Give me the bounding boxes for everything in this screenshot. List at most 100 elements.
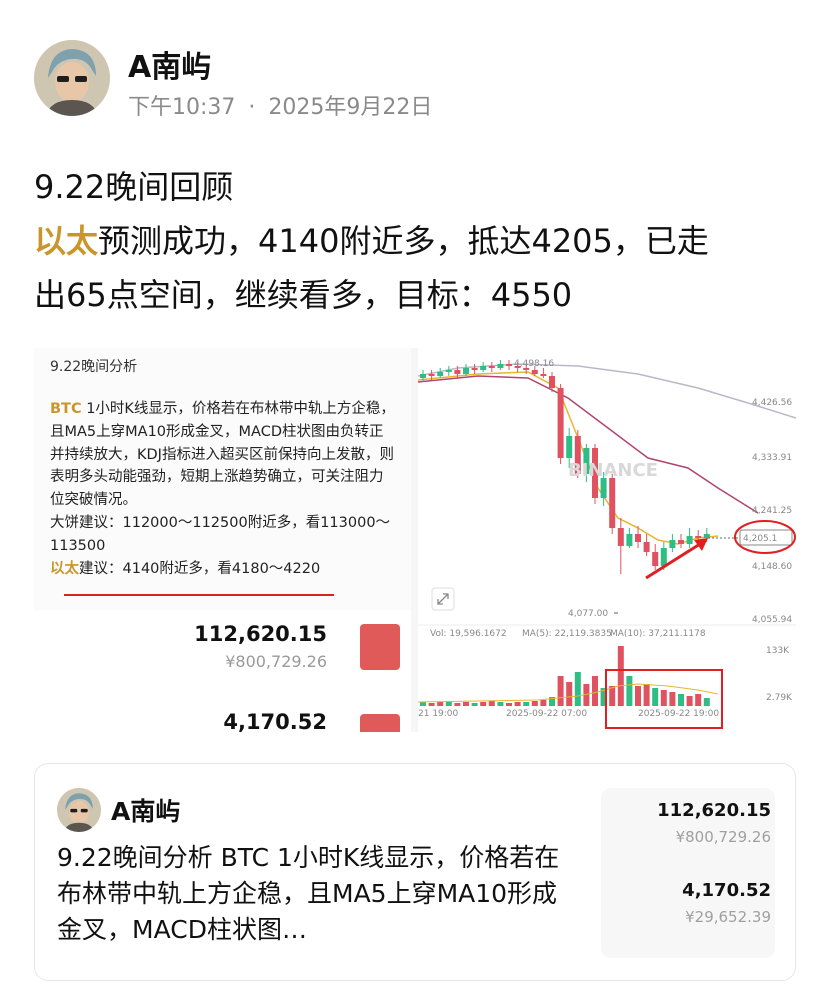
- candle: [686, 536, 693, 544]
- volume-bar: [652, 688, 659, 706]
- candle: [445, 370, 452, 372]
- price-widget: 112,620.15 ¥800,729.26 4,170.52: [34, 610, 411, 732]
- candle: [566, 436, 573, 458]
- current-price-label: 4,205.1: [743, 534, 777, 544]
- high-label: 4,498.16: [514, 359, 554, 369]
- volume-bar: [497, 702, 504, 706]
- post-body: 9.22晚间回顾 以太预测成功，4140附近多，抵达4205，已走 出65点空间…: [34, 160, 804, 322]
- volume-bar: [437, 702, 444, 706]
- author-avatar[interactable]: [34, 40, 110, 116]
- quoted-btc-price: 112,620.15: [657, 800, 771, 821]
- x-tick-3: 2025-09-22 19:00: [638, 709, 719, 719]
- volume-bar: [703, 698, 710, 706]
- volume-bar: [635, 686, 641, 706]
- quoted-eth-cny: ¥29,652.39: [685, 908, 771, 926]
- candle: [609, 478, 616, 528]
- expand-icon: [431, 587, 455, 611]
- post-line-3: 出65点空间，继续看多，目标：4550: [34, 276, 573, 314]
- volume-bar: [678, 694, 684, 706]
- post-line-2-text: 预测成功，4140附近多，抵达4205，已走: [98, 222, 709, 260]
- candle: [420, 374, 426, 378]
- volume-bar: [480, 702, 487, 706]
- volume-bar: [420, 702, 426, 706]
- y-tick-3: 4,241.25: [752, 506, 792, 516]
- post-image[interactable]: 9.22晚间分析 BTC 1小时K线显示，价格若在布林带中轨上方企稳，且MA5上…: [34, 348, 796, 732]
- note-body: BTC 1小时K线显示，价格若在布林带中轨上方企稳，且MA5上穿MA10形成金叉…: [50, 398, 395, 580]
- candle: [480, 366, 487, 370]
- x-tick-2: 2025-09-22 07:00: [506, 709, 587, 719]
- candle: [540, 374, 547, 376]
- y-axis-ticks: 4,426.56 4,333.91 4,241.25 4,148.60 4,05…: [752, 398, 792, 625]
- quoted-post-card[interactable]: A南屿 9.22晚间分析 BTC 1小时K线显示，价格若在布林带中轨上方企稳，且…: [34, 763, 796, 981]
- candle: [635, 534, 641, 542]
- note-title: 9.22晚间分析: [50, 359, 138, 375]
- post-line-2: 以太预测成功，4140附近多，抵达4205，已走: [34, 214, 804, 268]
- y-tick-2: 4,333.91: [752, 453, 792, 463]
- volume-bar: [592, 676, 598, 706]
- btc-cny: ¥800,729.26: [225, 652, 327, 671]
- y-tick-5: 4,055.94: [752, 615, 792, 625]
- eth-tag: 以太: [50, 560, 79, 577]
- low-label: 4,077.00: [568, 609, 608, 619]
- volume-bar: [514, 702, 521, 706]
- time-separator: ·: [248, 95, 256, 120]
- post-time: 下午10:37: [128, 95, 236, 120]
- candle: [695, 536, 702, 538]
- candle: [488, 366, 495, 368]
- candle: [600, 478, 607, 498]
- author-name[interactable]: A南屿: [128, 42, 211, 86]
- candle: [531, 370, 538, 374]
- candle: [652, 552, 659, 566]
- btc-tag: BTC: [50, 401, 82, 417]
- candle: [669, 540, 676, 548]
- post-line-1: 9.22晚间回顾: [34, 168, 234, 206]
- volume-bar: [669, 692, 676, 706]
- quoted-author-name: A南屿: [111, 797, 181, 826]
- volume-bar: [695, 694, 702, 706]
- quoted-avatar: [57, 788, 101, 832]
- volume-bar: [643, 684, 650, 706]
- candle: [471, 368, 478, 370]
- candle: [643, 542, 650, 552]
- btc-change-badge: [360, 624, 400, 670]
- quoted-thumbnail: 112,620.15 ¥800,729.26 4,170.52 ¥29,652.…: [601, 788, 775, 958]
- candle: [463, 368, 469, 374]
- y-tick-1: 4,426.56: [752, 398, 792, 408]
- candle: [506, 364, 512, 366]
- volume-bar: [531, 701, 538, 706]
- candle: [617, 528, 624, 546]
- candle: [437, 372, 444, 376]
- volume-bar: [471, 703, 478, 706]
- btc-price: 112,620.15: [194, 622, 327, 646]
- vol-tick-high: 133K: [766, 646, 790, 656]
- volume-bar: [626, 676, 633, 706]
- candle: [557, 388, 564, 458]
- candle: [660, 548, 667, 566]
- arrow-head: [694, 538, 708, 551]
- candle: [428, 374, 435, 376]
- eth-price: 4,170.52: [223, 710, 327, 732]
- btc-analysis: 1小时K线显示，价格若在布林带中轨上方企稳，且MA5上穿MA10形成金叉，MAC…: [50, 401, 395, 509]
- eth-highlight: 以太: [34, 222, 99, 260]
- volume-bar: [686, 696, 693, 706]
- vol-tick-low: 2.79K: [766, 693, 793, 703]
- y-tick-4: 4,148.60: [752, 562, 792, 572]
- quoted-eth-price: 4,170.52: [682, 880, 771, 901]
- volume-bar: [574, 672, 581, 706]
- x-tick-1: 21 19:00: [418, 709, 459, 719]
- red-underline: [64, 594, 334, 596]
- volume-bar: [609, 686, 616, 706]
- volume-bar: [488, 701, 495, 706]
- candle: [678, 540, 684, 544]
- candle: [626, 534, 633, 546]
- quoted-text: 9.22晚间分析 BTC 1小时K线显示，价格若在布林带中轨上方企稳，且MA5上…: [57, 843, 560, 944]
- post-timestamp: 下午10:37 · 2025年9月22日: [128, 89, 432, 121]
- eth-change-badge: [360, 714, 400, 732]
- quoted-btc-cny: ¥800,729.26: [675, 828, 771, 846]
- candle: [703, 534, 710, 538]
- volume-bar: [454, 703, 461, 706]
- volume-bar: [660, 690, 667, 706]
- volume-bar: [566, 682, 573, 706]
- volume-bar: [463, 702, 469, 706]
- vol-ma10-label: MA(10): 37,211.1178: [610, 629, 706, 639]
